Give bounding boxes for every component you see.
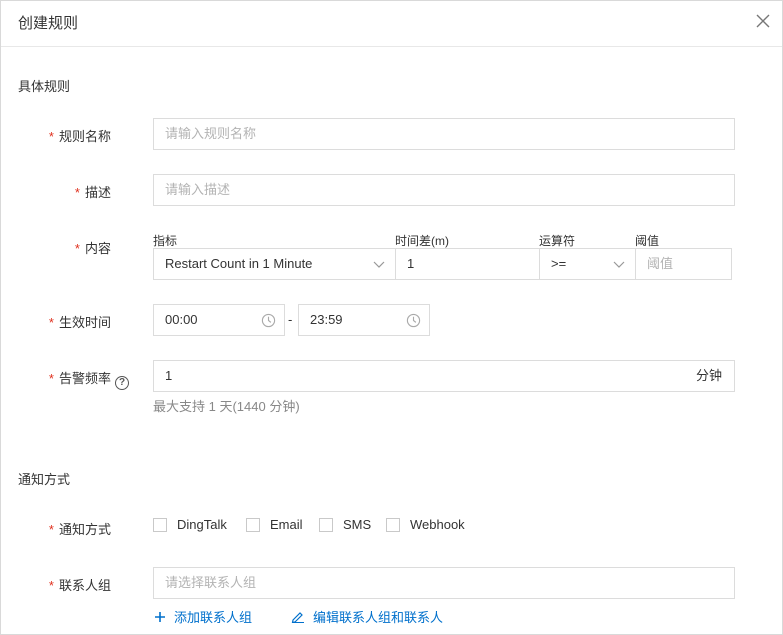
required-mark: * [48,522,54,537]
checkbox-email[interactable]: Email [246,517,303,532]
rule-name-input[interactable]: 请输入规则名称 [153,118,735,150]
checkbox-label: SMS [343,517,372,532]
edit-contact-group-text: 编辑联系人组和联系人 [313,610,444,625]
description-label: * 描述 [1,182,111,201]
operator-select-value: >= [551,256,567,271]
end-time-picker[interactable]: 23:59 [298,304,430,336]
description-label-text: 描述 [84,185,111,200]
checkbox-label: Email [270,517,303,532]
chevron-down-icon [613,261,625,268]
checkbox-dingtalk[interactable]: DingTalk [153,517,227,532]
help-circle-icon[interactable]: ? [115,376,129,390]
checkbox-webhook[interactable]: Webhook [386,517,465,532]
add-contact-group-link[interactable]: 添加联系人组 [154,607,252,626]
frequency-hint: 最大支持 1 天(1440 分钟) [153,399,300,414]
close-icon[interactable] [754,12,772,30]
clock-icon [406,313,421,328]
threshold-label: 阈值 [635,234,660,248]
edit-icon [291,612,304,623]
active-time-label-text: 生效时间 [58,315,111,330]
edit-contact-group-link[interactable]: 编辑联系人组和联系人 [291,607,443,626]
required-mark: * [48,129,54,144]
metric-select[interactable]: Restart Count in 1 Minute [153,248,396,280]
contact-group-select[interactable]: 请选择联系人组 [153,567,735,599]
content-label-text: 内容 [84,241,111,256]
notify-method-label: * 通知方式 [1,519,111,538]
chevron-down-icon [373,261,385,268]
dialog-header: 创建规则 [1,1,782,47]
end-time-value: 23:59 [310,312,343,327]
operator-label: 运算符 [539,234,576,248]
clock-icon [261,313,276,328]
checkbox-box[interactable] [246,517,260,532]
checkbox-label: Webhook [410,517,465,532]
frequency-value: 1 [165,368,173,383]
add-contact-group-text: 添加联系人组 [174,610,253,625]
create-rule-dialog: 创建规则 具体规则 * 规则名称 请输入规则名称 * 描述 请输入描述 * 内容 指标… [0,0,783,635]
required-mark: * [48,315,54,330]
active-time-label: * 生效时间 [1,312,111,331]
plus-icon [155,611,165,622]
metric-label: 指标 [153,234,178,248]
checkbox-box[interactable] [319,517,333,532]
frequency-label: * 告警频率? [1,368,129,390]
checkbox-sms[interactable]: SMS [319,517,371,532]
required-mark: * [48,578,54,593]
rule-name-label: * 规则名称 [1,126,111,145]
frequency-unit: 分钟 [695,368,722,383]
contact-group-label: * 联系人组 [1,575,111,594]
threshold-input[interactable]: 阈值 [635,248,732,280]
checkbox-box[interactable] [153,517,167,532]
checkbox-label: DingTalk [177,517,227,532]
required-mark: * [48,371,54,386]
metric-select-value: Restart Count in 1 Minute [165,256,313,271]
frequency-label-text: 告警频率 [58,371,111,386]
required-mark: * [74,185,80,200]
rule-name-label-text: 规则名称 [58,129,111,144]
time-diff-label: 时间差(m) [395,234,449,248]
frequency-input[interactable]: 1 分钟 [153,360,735,392]
section-title-rule: 具体规则 [18,79,71,94]
start-time-picker[interactable]: 00:00 [153,304,285,336]
time-range-separator: - [288,312,293,327]
checkbox-box[interactable] [386,517,400,532]
contact-group-label-text: 联系人组 [58,578,111,593]
description-input[interactable]: 请输入描述 [153,174,735,206]
required-mark: * [74,241,80,256]
section-title-notify: 通知方式 [18,472,71,487]
operator-select[interactable]: >= [539,248,636,280]
content-label: * 内容 [1,238,111,257]
notify-method-label-text: 通知方式 [58,522,111,537]
dialog-title: 创建规则 [18,15,79,32]
start-time-value: 00:00 [165,312,198,327]
time-diff-input[interactable]: 1 [395,248,540,280]
